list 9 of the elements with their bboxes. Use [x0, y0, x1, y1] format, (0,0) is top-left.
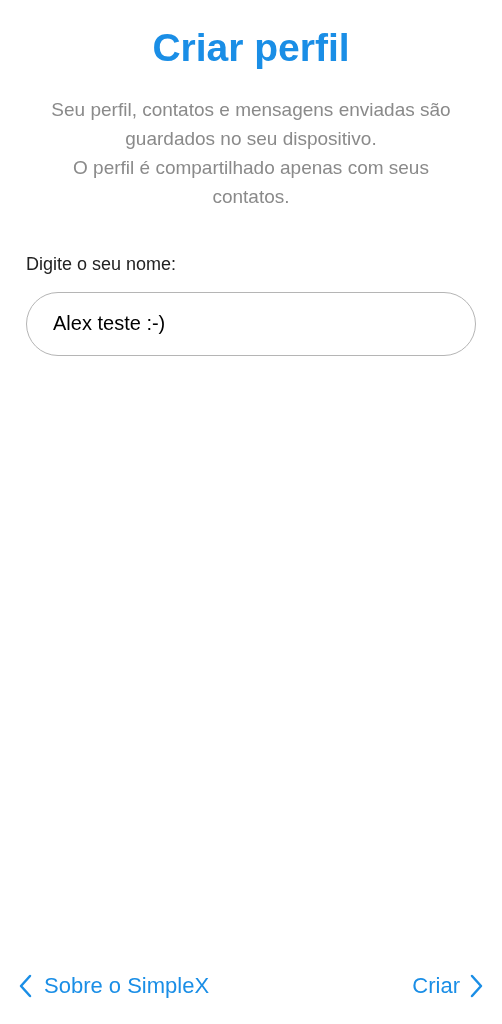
about-link[interactable]: Sobre o SimpleX [18, 969, 210, 1002]
description-text: O perfil é compartilhado apenas com seus contatos. [72, 155, 430, 209]
description-text: Seu perfil, contatos e mensagens enviadas são guardados no seu dispositivo. [50, 97, 452, 151]
back-chevron-icon [18, 973, 32, 998]
page-title: Criar perfil [152, 25, 350, 71]
field-label: Digite o seu nome: [26, 252, 177, 276]
forward-chevron-icon [470, 973, 484, 998]
name-input-field[interactable]: Alex teste :-) [26, 291, 476, 356]
create-button[interactable]: Criar [412, 969, 484, 1002]
